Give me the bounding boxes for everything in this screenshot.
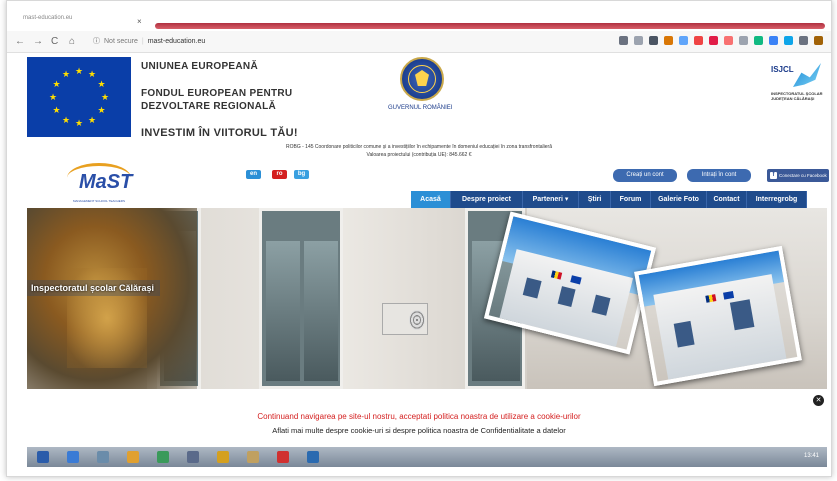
facebook-login-button[interactable]: f Conectare cu Facebook (767, 169, 829, 182)
eu-star-icon: ★ (97, 79, 106, 89)
eu-star-icon: ★ (52, 105, 61, 115)
window-pane (266, 241, 300, 381)
fund-line-2: DEZVOLTARE REGIONALĂ (141, 101, 277, 112)
extension-icons (619, 36, 823, 45)
hero-caption: Inspectoratul școlar Călărași (27, 280, 161, 296)
url-text: mast-education.eu (147, 38, 206, 45)
building-window (259, 208, 343, 389)
reload-icon[interactable]: C (51, 36, 58, 47)
air-conditioner (382, 303, 428, 335)
browser-toolbar: ← → C ⌂ ⓘ Not secure | mast-education.eu (7, 31, 831, 53)
eu-flag-logo: ★ ★ ★ ★ ★ ★ ★ ★ ★ ★ ★ ★ (27, 57, 131, 137)
login-button[interactable]: Intrați în cont (687, 169, 751, 182)
window-pane (304, 241, 338, 381)
menu-item-forum[interactable]: Forum (611, 191, 651, 208)
taskbar-app-icon[interactable] (97, 451, 109, 463)
tab-strip-highlight (155, 23, 825, 29)
slogan: INVESTIM ÎN VIITORUL TĂU! (141, 127, 298, 139)
home-icon[interactable]: ⌂ (69, 36, 75, 47)
taskbar-clock: 13:41 (803, 453, 819, 459)
isj-logo: ISJCL INSPECTORATUL ŞCOLAR JUDEŢEAN CĂLĂ… (771, 61, 823, 107)
eu-star-icon: ★ (75, 118, 84, 128)
eu-star-icon: ★ (52, 79, 61, 89)
eu-star-icon: ★ (49, 92, 58, 102)
taskbar-app-icon[interactable] (277, 451, 289, 463)
eu-star-icon: ★ (101, 92, 110, 102)
browser-extension-icon[interactable] (724, 36, 733, 45)
isj-subtitle: INSPECTORATUL ŞCOLAR JUDEŢEAN CĂLĂRAŞI (771, 91, 823, 101)
project-value: Valoarea proiectului (contribuția UE): 8… (366, 152, 472, 158)
browser-extension-icon[interactable] (799, 36, 808, 45)
create-account-button[interactable]: Creați un cont (613, 169, 677, 182)
forward-icon[interactable]: → (33, 36, 43, 47)
browser-extension-icon[interactable] (694, 36, 703, 45)
menu-item-stiri[interactable]: Știri (579, 191, 611, 208)
fund-title: FONDUL EUROPEAN PENTRU DEZVOLTARE REGION… (141, 87, 292, 113)
taskbar-app-icon[interactable] (187, 451, 199, 463)
menu-item-galerie-foto[interactable]: Galerie Foto (651, 191, 707, 208)
eu-star-icon: ★ (62, 114, 71, 125)
eu-star-icon: ★ (97, 105, 106, 115)
taskbar-app-icon[interactable] (217, 451, 229, 463)
cookie-notice: Continuand navigarea pe site-ul nostru, … (257, 412, 581, 421)
browser-extension-icon[interactable] (814, 36, 823, 45)
menu-item-contact[interactable]: Contact (707, 191, 747, 208)
taskbar-app-icon[interactable] (157, 451, 169, 463)
browser-extension-icon[interactable] (649, 36, 658, 45)
facebook-icon: f (770, 172, 777, 179)
browser-tab[interactable]: mast-education.eu (23, 15, 153, 31)
isj-wave-icon (793, 63, 821, 87)
taskbar-app-icon[interactable] (37, 451, 49, 463)
browser-extension-icon[interactable] (679, 36, 688, 45)
browser-window: mast-education.eu × ← → C ⌂ ⓘ Not secure |… (6, 0, 832, 477)
browser-extension-icon[interactable] (619, 36, 628, 45)
taskbar-app-icon[interactable] (67, 451, 79, 463)
project-title: ROBG - 145 Coordonare politicilor comune… (286, 144, 552, 150)
ac-grill (409, 310, 425, 330)
browser-extension-icon[interactable] (709, 36, 718, 45)
eu-star-icon: ★ (62, 69, 71, 80)
government-label: GUVERNUL ROMÂNIEI (388, 105, 453, 111)
taskbar-app-icon[interactable] (247, 451, 259, 463)
tab-strip: mast-education.eu × (7, 1, 831, 31)
close-cookie-icon[interactable]: ✕ (813, 395, 824, 406)
isj-label: ISJCL (771, 65, 794, 74)
eu-star-icon: ★ (88, 114, 97, 125)
security-label: Not secure (104, 38, 138, 45)
eu-title: UNIUNEA EUROPEANĂ (141, 61, 258, 72)
info-circle-icon[interactable]: ⓘ (93, 38, 100, 45)
eu-star-icon: ★ (75, 66, 84, 76)
mast-logo[interactable]: MaST MANAGEMENT SCHOOL TEACHERS (65, 161, 135, 207)
address-bar[interactable]: ⓘ Not secure | mast-education.eu (93, 35, 205, 49)
taskbar-app-icon[interactable] (127, 451, 139, 463)
browser-extension-icon[interactable] (664, 36, 673, 45)
browser-extension-icon[interactable] (754, 36, 763, 45)
browser-extension-icon[interactable] (784, 36, 793, 45)
lang-button-en[interactable]: en (246, 170, 261, 179)
browser-extension-icon[interactable] (739, 36, 748, 45)
lang-button-ro[interactable]: ro (272, 170, 287, 179)
menu-item-parteneri[interactable]: Parteneri ▾ (523, 191, 579, 208)
school-photo-2[interactable] (634, 245, 802, 387)
mast-logo-foot: MANAGEMENT SCHOOL TEACHERS (73, 199, 125, 203)
menu-item-interregrobg[interactable]: Interregrobg (747, 191, 807, 208)
browser-extension-icon[interactable] (634, 36, 643, 45)
menu-item-despre-proiect[interactable]: Despre proiect (451, 191, 523, 208)
romanian-government-seal-icon (400, 57, 444, 101)
mast-logo-text: MaST (79, 171, 133, 193)
hero-banner: Inspectoratul școlar Călărași (27, 208, 827, 389)
os-taskbar: 13:41 (27, 447, 827, 467)
browser-extension-icon[interactable] (769, 36, 778, 45)
close-tab-icon[interactable]: × (137, 17, 142, 26)
back-icon[interactable]: ← (15, 36, 25, 47)
taskbar-app-icon[interactable] (307, 451, 319, 463)
main-menu: Acasă Despre proiect Parteneri ▾ Știri F… (411, 191, 807, 208)
cookie-privacy-link[interactable]: Aflati mai multe despre cookie-uri si de… (7, 426, 831, 435)
eu-star-icon: ★ (88, 69, 97, 80)
fund-line-1: FONDUL EUROPEAN PENTRU (141, 88, 293, 99)
lang-button-bg[interactable]: bg (294, 170, 309, 179)
facebook-login-label: Conectare cu Facebook (779, 173, 827, 178)
menu-item-acasa[interactable]: Acasă (411, 191, 451, 208)
